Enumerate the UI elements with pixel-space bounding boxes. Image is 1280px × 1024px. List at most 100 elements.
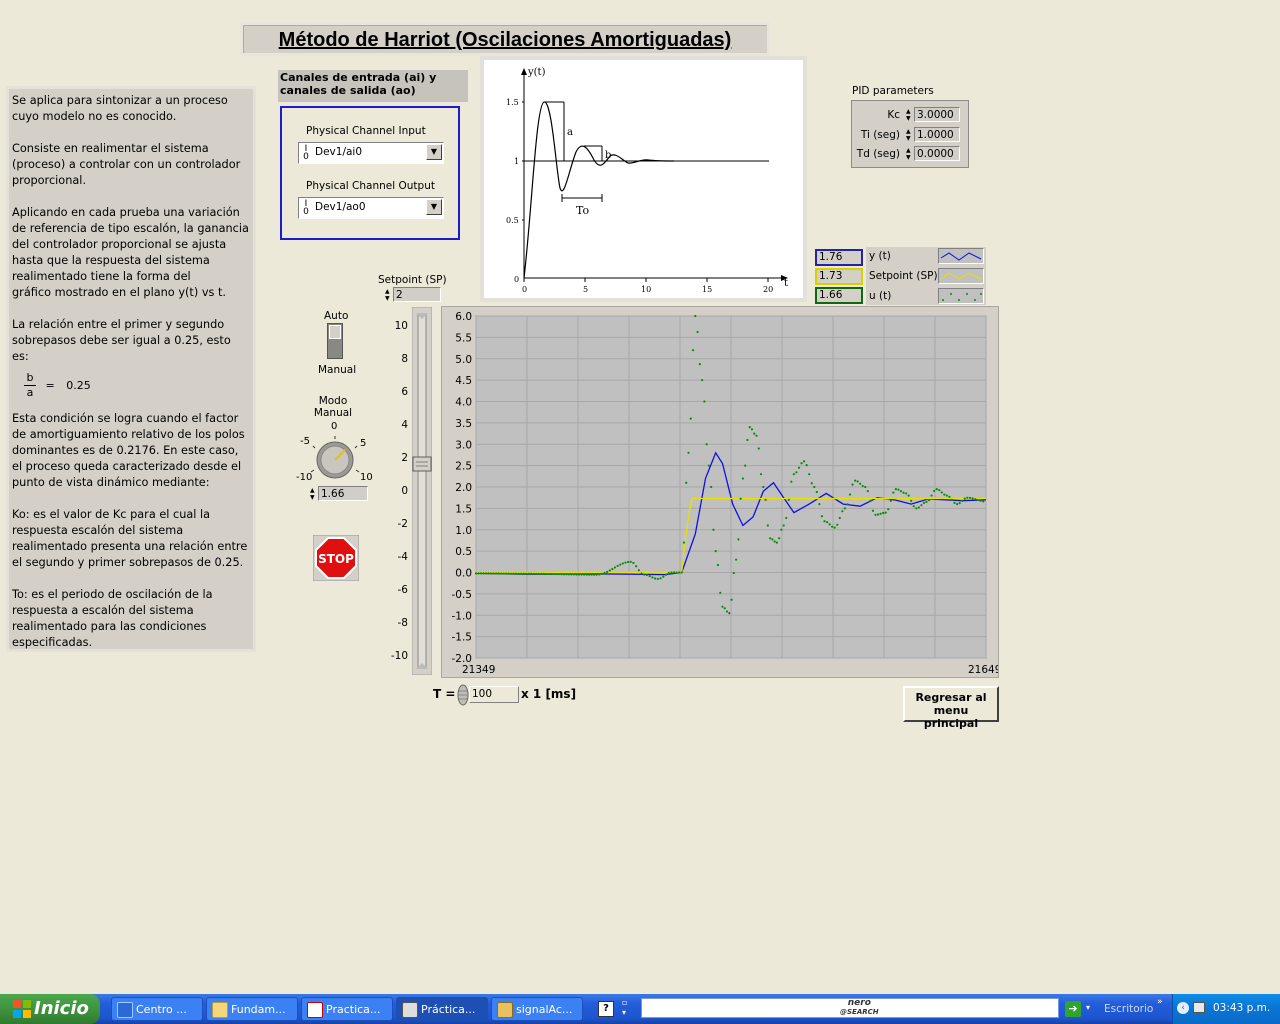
- series-u-dots: [640, 572, 643, 575]
- auto-manual-switch[interactable]: [327, 323, 343, 359]
- ref-xtick: 15: [702, 285, 712, 294]
- series-u-dots: [730, 598, 733, 601]
- back-to-main-menu-button[interactable]: Regresar al menu principal: [903, 686, 999, 730]
- series-u-dots: [820, 515, 824, 518]
- spinner-icon[interactable]: ▲ ▼: [906, 128, 912, 142]
- series-u-dots: [600, 572, 604, 576]
- series-u-dots: [645, 573, 649, 577]
- series-u-dots: [723, 607, 726, 610]
- series-u-dots: [728, 612, 731, 615]
- slider-thumb[interactable]: [412, 456, 432, 472]
- spinner-icon[interactable]: ▲ ▼: [385, 288, 390, 302]
- ti-input[interactable]: 1.0000: [914, 127, 960, 142]
- series-u-dots: [527, 572, 530, 575]
- setpoint-input[interactable]: ▲ ▼ 2: [385, 287, 441, 302]
- series-u-dots: [748, 426, 751, 429]
- series-u-dots: [701, 379, 704, 382]
- series-u-dots: [497, 572, 500, 575]
- series-u-dots: [735, 558, 738, 561]
- chevron-down-icon[interactable]: ▾: [1086, 1003, 1090, 1012]
- series-u-dots: [917, 506, 920, 509]
- series-u-dots: [598, 573, 601, 576]
- series-u-dots: [675, 571, 678, 574]
- legend-item-u[interactable]: u (t): [866, 287, 986, 306]
- legend-item-sp[interactable]: Setpoint (SP): [866, 267, 986, 286]
- desktop-toggle-icon[interactable]: ▫ ▾: [622, 998, 632, 1018]
- spinner-icon[interactable]: ▲ ▼: [906, 147, 912, 161]
- series-u-dots: [678, 571, 681, 574]
- series-u-dots: [922, 501, 926, 505]
- series-u-dots: [714, 550, 717, 553]
- y-tick-label: -1.0: [452, 610, 473, 622]
- channels-box: Physical Channel Input I0 Dev1/ai0 ▼ Phy…: [280, 106, 460, 240]
- series-u-dots: [769, 537, 772, 540]
- start-button[interactable]: Inicio: [0, 994, 100, 1024]
- series-u-dots: [927, 498, 931, 502]
- period-unit: x 1 [ms]: [521, 687, 577, 701]
- input-channel-select[interactable]: I0 Dev1/ai0 ▼: [298, 142, 444, 164]
- series-u-dots: [619, 563, 622, 566]
- y-tick-label: 4.0: [455, 397, 472, 409]
- series-u-dots: [897, 488, 900, 491]
- taskbar-button-practica-pdf[interactable]: Practica...: [301, 997, 393, 1021]
- output-channel-select[interactable]: I0 Dev1/ao0 ▼: [298, 197, 444, 219]
- desktop-toolbar-label[interactable]: Escritorio: [1104, 1003, 1153, 1015]
- chevron-down-icon[interactable]: ▼: [426, 199, 442, 215]
- taskbar-button-signalac[interactable]: signalAc...: [491, 997, 583, 1021]
- description-panel: Se aplica para sintonizar a un proceso c…: [6, 86, 256, 652]
- network-icon[interactable]: [1193, 1002, 1205, 1013]
- y-tick-label: 5.5: [455, 332, 472, 344]
- series-u-dots: [874, 513, 877, 516]
- knob-value-input[interactable]: ▲ ▼ 1.66: [310, 486, 368, 501]
- switch-lever[interactable]: [329, 325, 341, 339]
- series-u-dots: [766, 524, 769, 527]
- series-u-dots: [517, 572, 520, 575]
- go-arrow-icon[interactable]: ➔: [1065, 1001, 1081, 1017]
- series-u-dots: [785, 516, 788, 520]
- ref-label-To: To: [576, 204, 589, 217]
- series-u-dots: [856, 480, 859, 483]
- legend-swatch-sp: [938, 268, 984, 284]
- toolbar-expand-icon[interactable]: »: [1157, 997, 1163, 1007]
- spinner-icon[interactable]: ▲ ▼: [906, 108, 912, 122]
- tray-collapse-icon[interactable]: ‹: [1177, 1002, 1189, 1014]
- y-tick-label: 3.5: [455, 418, 472, 430]
- nero-search-input[interactable]: nero @SEARCH: [641, 998, 1059, 1018]
- series-u-dots: [831, 525, 834, 528]
- series-u-dots: [672, 571, 676, 574]
- manual-label: Manual: [318, 364, 357, 376]
- legend-item-y[interactable]: y (t): [866, 247, 986, 266]
- taskbar-button-centro[interactable]: Centro ...: [111, 997, 203, 1021]
- output-channel-value: Dev1/ao0: [315, 201, 366, 213]
- stop-button[interactable]: STOP: [312, 534, 360, 582]
- period-input[interactable]: 100: [469, 686, 519, 703]
- input-channel-label: Physical Channel Input: [306, 125, 426, 137]
- series-u-dots: [499, 572, 503, 575]
- chevron-down-icon[interactable]: ▼: [426, 144, 442, 160]
- series-u-dots: [487, 572, 490, 575]
- setpoint-slider[interactable]: [412, 307, 432, 675]
- taskbar-button-fundam[interactable]: Fundam...: [206, 997, 298, 1021]
- y-tick-label: 1.5: [455, 503, 472, 515]
- knob-tick: 5: [360, 438, 366, 449]
- td-input[interactable]: 0.0000: [914, 146, 960, 161]
- series-u-dots: [882, 511, 885, 515]
- series-u-dots: [530, 572, 533, 575]
- series-u-dots: [757, 447, 760, 450]
- kc-input[interactable]: 3.0000: [914, 107, 960, 122]
- spinner-icon[interactable]: ▲ ▼: [310, 487, 315, 501]
- series-u-dots: [682, 541, 686, 544]
- series-u-dots: [572, 573, 576, 576]
- output-channel-label: Physical Channel Output: [306, 180, 435, 192]
- knob-value[interactable]: 1.66: [318, 486, 368, 501]
- setpoint-value[interactable]: 2: [393, 287, 441, 302]
- start-label: Inicio: [34, 998, 89, 1019]
- manual-output-knob[interactable]: 0 -5 5 -10 10: [296, 420, 374, 484]
- pid-panel: Kc ▲ ▼ 3.0000 Ti (seg) ▲ ▼ 1.0000 Td (seg)…: [851, 100, 969, 168]
- series-u-dots: [580, 573, 583, 576]
- series-u-dots: [484, 572, 488, 575]
- period-knob-icon[interactable]: [457, 684, 469, 706]
- help-icon[interactable]: ?: [598, 1001, 614, 1017]
- sp-current-value: 1.73: [815, 268, 863, 285]
- taskbar-button-practica-vi[interactable]: Práctica...: [396, 997, 488, 1021]
